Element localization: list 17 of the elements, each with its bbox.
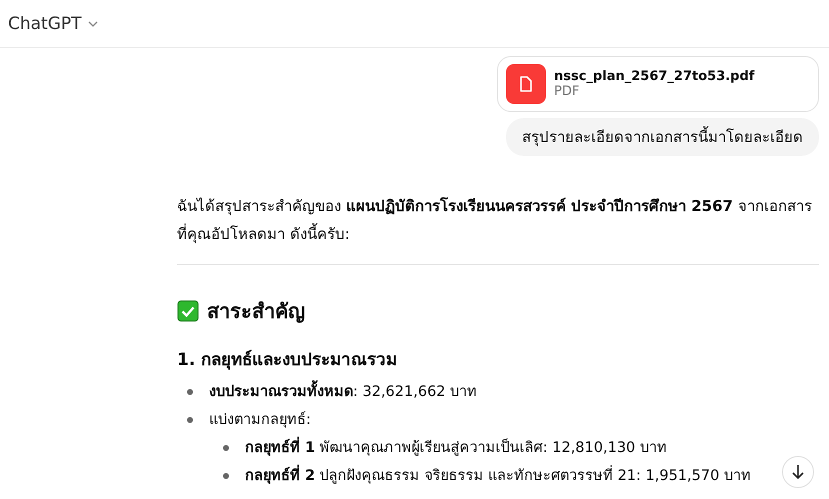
list-item: แบ่งตามกลยุทธ์: — [209, 410, 311, 430]
reply-paragraph: ฉันได้สรุปสาระสำคัญของ แผนปฏิบัติการโรงเรียนนครสวรรค์ ประจำปีการศึกษา 2567 จากเอกสารที่คุณอัปโหลดมา ดังนี้ครับ: — [177, 196, 813, 246]
section-heading: สาระสำคัญ — [207, 298, 305, 325]
list-item: กลยุทธ์ที่ 1 พัฒนาคุณภาพผู้เรียนสู่ความเป็นเลิศ: 12,810,130 บาท — [245, 434, 667, 462]
file-icon — [506, 64, 546, 104]
scroll-down-button[interactable] — [782, 456, 814, 488]
file-attachment-card[interactable]: nssc_plan_2567_27to53.pdf PDF — [497, 56, 819, 112]
chevron-down-icon[interactable] — [88, 20, 98, 26]
file-type: PDF — [554, 84, 580, 99]
check-mark-icon — [177, 300, 199, 322]
file-name: nssc_plan_2567_27to53.pdf — [554, 69, 754, 84]
app-title[interactable]: ChatGPT — [8, 14, 82, 34]
list-item: กลยุทธ์ที่ 2 ปลูกฝังคุณธรรม จริยธรรม และทักษะศตวรรษที่ 21: 1,951,570 บาท — [245, 462, 751, 490]
subsection-heading: 1. กลยุทธ์และงบประมาณรวม — [177, 348, 398, 372]
user-message: สรุปรายละเอียดจากเอกสารนี้มาโดยละเอียด — [506, 118, 819, 156]
list-item: งบประมาณรวมทั้งหมด: 32,621,662 บาท — [209, 378, 478, 406]
arrow-down-icon — [791, 464, 805, 480]
